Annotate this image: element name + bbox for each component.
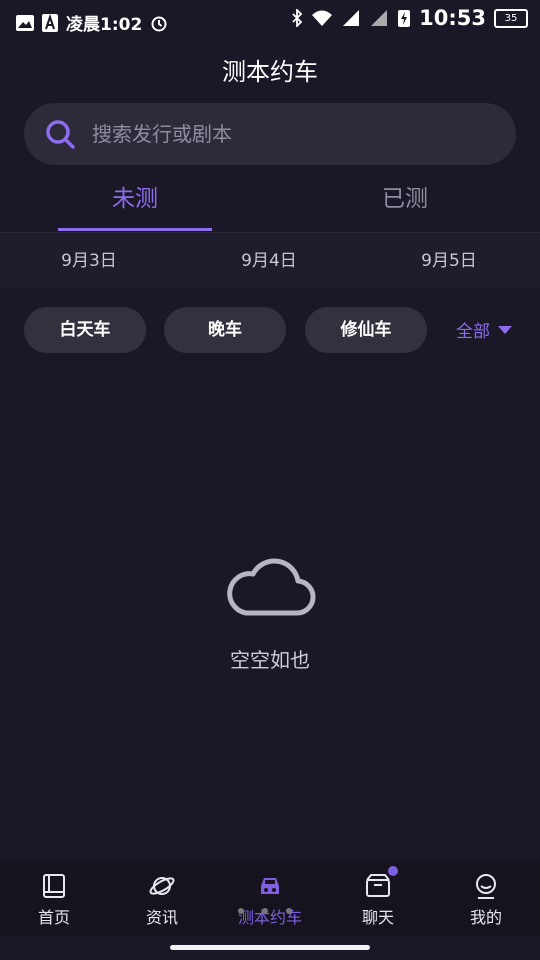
nav-item-profile[interactable]: 我的	[432, 860, 540, 936]
image-icon	[16, 14, 34, 31]
caret-down-icon	[498, 325, 512, 334]
charging-icon	[398, 10, 411, 27]
tab-tested[interactable]: 已测	[328, 176, 482, 232]
alarm-icon	[151, 16, 167, 31]
a-icon	[42, 13, 58, 32]
car-icon	[261, 878, 279, 894]
nav-label: 首页	[37, 908, 70, 927]
planet-icon	[149, 877, 175, 895]
tab-indicator	[58, 228, 212, 231]
search-icon	[46, 120, 75, 149]
inbox-icon	[366, 874, 390, 897]
home-indicator[interactable]	[170, 945, 370, 950]
bottom-nav: 首页 资讯 测本约车 聊天 我的	[0, 860, 540, 936]
nav-label: 资讯	[145, 908, 178, 927]
tab-untested[interactable]: 未测	[58, 176, 212, 232]
bluetooth-icon	[292, 9, 303, 27]
filter-chip-night[interactable]: 晚车	[164, 307, 286, 353]
tab-bar: 未测 已测	[0, 176, 540, 233]
empty-state: 空空如也	[0, 556, 540, 673]
page-title: 测本约车	[222, 58, 318, 86]
hd-signal-icon	[371, 10, 388, 26]
nav-item-booking[interactable]: 测本约车	[216, 860, 324, 936]
profile-icon	[476, 874, 496, 899]
battery-icon: 35	[494, 8, 528, 28]
page-dots	[238, 908, 292, 914]
wifi-icon	[312, 10, 333, 26]
nav-item-chat[interactable]: 聊天	[324, 860, 432, 936]
date-selector: 9月3日 9月4日 9月5日	[0, 233, 540, 289]
nav-item-home[interactable]: 首页	[0, 860, 108, 936]
filter-all-label: 全部	[456, 322, 490, 342]
book-icon	[43, 874, 65, 898]
signal-icon	[343, 10, 360, 26]
filter-chip-overnight[interactable]: 修仙车	[305, 307, 427, 353]
status-time: 10:53	[419, 6, 486, 30]
date-item[interactable]: 9月5日	[389, 233, 509, 289]
notification-badge	[388, 866, 398, 876]
filter-bar: 白天车 晚车 修仙车 全部	[0, 307, 540, 353]
empty-text: 空空如也	[230, 648, 310, 672]
nav-item-news[interactable]: 资讯	[108, 860, 216, 936]
status-bar: 凌晨1:02 10:53 35	[0, 0, 540, 46]
nav-label: 聊天	[361, 908, 394, 927]
search-input[interactable]	[90, 121, 474, 147]
status-clock-left: 凌晨1:02	[66, 15, 143, 35]
date-item[interactable]: 9月4日	[209, 233, 329, 289]
search-bar[interactable]	[24, 103, 516, 165]
filter-chip-daytime[interactable]: 白天车	[24, 307, 146, 353]
nav-label: 我的	[469, 908, 502, 927]
cloud-icon	[227, 558, 316, 616]
date-item[interactable]: 9月3日	[29, 233, 149, 289]
filter-all-dropdown[interactable]: 全部	[456, 317, 512, 342]
